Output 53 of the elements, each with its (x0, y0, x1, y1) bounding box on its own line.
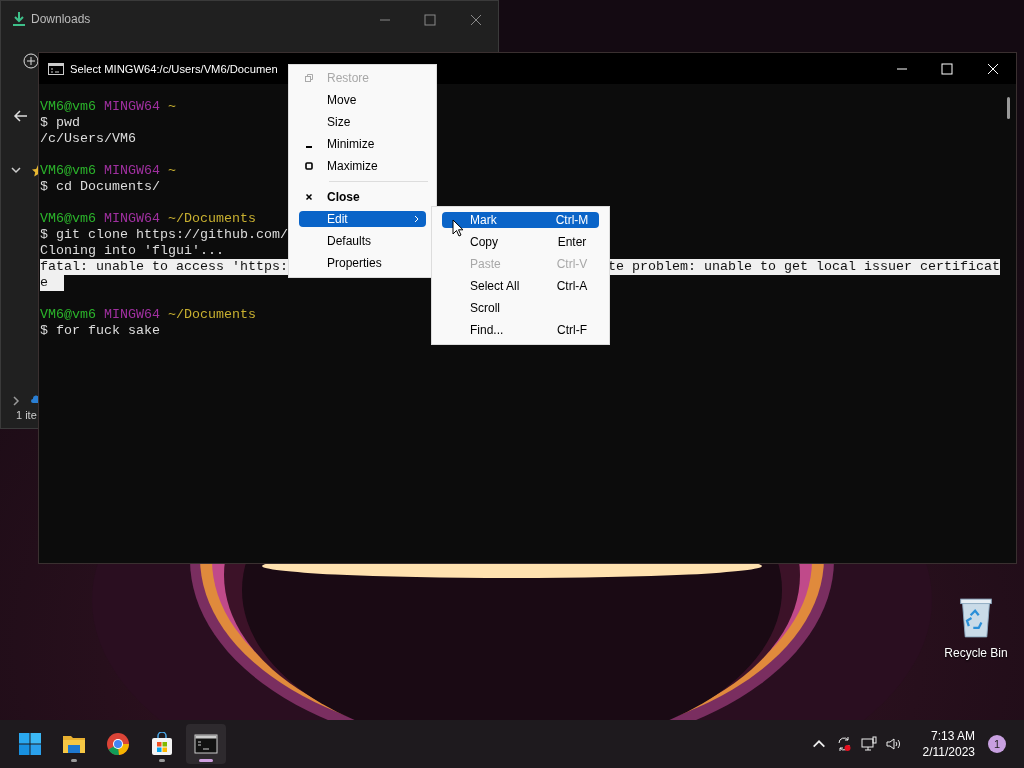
menu-item[interactable]: Scroll (442, 300, 599, 316)
chevron-right-icon (414, 215, 420, 223)
clock[interactable]: 7:13 AM 2/11/2023 (910, 728, 979, 760)
menu-item[interactable]: Defaults (299, 233, 426, 249)
prompt-line: VM6@vm6 MINGW64 ~ (40, 99, 176, 115)
terminal-line: $ git clone https://github.com/ (40, 227, 288, 243)
menu-item[interactable]: Edit (299, 211, 426, 227)
network-icon[interactable] (860, 736, 877, 752)
terminal-line: $ for fuck sake (40, 323, 160, 339)
desktop-icon[interactable]: Recycle Bin (940, 596, 1012, 660)
taskbar-button[interactable] (186, 724, 226, 764)
close-icon (470, 14, 482, 26)
menu-item[interactable]: Maximize (299, 158, 426, 174)
chevron-down-icon[interactable] (10, 164, 22, 176)
notification-badge[interactable]: 1 (988, 735, 1006, 753)
chevron-right-icon[interactable] (10, 395, 22, 407)
scrollbar-thumb[interactable] (1007, 97, 1010, 119)
cursor-icon (452, 219, 464, 237)
menu-item[interactable]: Move (299, 92, 426, 108)
sync-icon[interactable] (835, 736, 852, 752)
menu-item[interactable]: Close (299, 189, 426, 205)
back-arrow-icon[interactable] (13, 108, 29, 124)
window-title: Downloads (31, 12, 91, 26)
menu-item[interactable]: Mark Ctrl-M (442, 212, 599, 228)
terminal-line: /c/Users/VM6 (40, 131, 136, 147)
terminal-line: $ cd Documents/ (40, 179, 160, 195)
prompt-line: VM6@vm6 MINGW64 ~ (40, 163, 176, 179)
window-title: Select MINGW64:/c/Users/VM6/Documen (70, 62, 278, 75)
terminal-line: $ pwd (40, 115, 80, 131)
menu-item[interactable]: Minimize (299, 136, 426, 152)
restore-icon (305, 74, 313, 82)
prompt-line: VM6@vm6 MINGW64 ~/Documents (40, 307, 256, 323)
terminal-line: Cloning into 'flgui'... (40, 243, 224, 259)
shopping-bag-icon (150, 732, 174, 756)
console-icon (48, 62, 64, 75)
close-icon (305, 193, 313, 201)
maximize-icon (424, 14, 436, 26)
browser-icon (106, 732, 130, 756)
menu-item[interactable]: Find... Ctrl-F (442, 322, 599, 338)
add-icon[interactable] (23, 53, 39, 69)
status-text: 1 ite (16, 409, 37, 421)
prompt-line: VM6@vm6 MINGW64 ~/Documents (40, 211, 256, 227)
windows-logo-icon (18, 732, 42, 756)
download-icon (11, 11, 27, 27)
volume-icon[interactable] (885, 736, 902, 752)
console-icon (194, 732, 218, 756)
close-icon (987, 63, 999, 75)
menu-item[interactable]: Copy Enter (442, 234, 599, 250)
maximize-icon (941, 63, 953, 75)
maximize-icon (305, 162, 313, 170)
menu-item[interactable]: Select All Ctrl-A (442, 278, 599, 294)
recycle-bin-icon (958, 596, 994, 640)
menu-item[interactable]: Size (299, 114, 426, 130)
